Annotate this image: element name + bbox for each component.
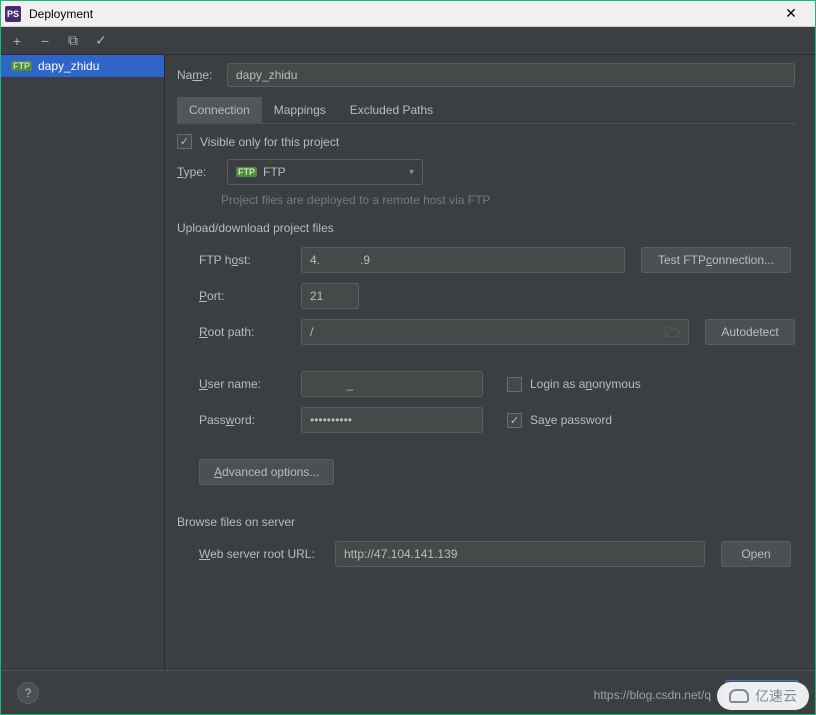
app-icon: PS	[5, 6, 21, 22]
toolbar: + − ⧉ ✓	[1, 27, 815, 55]
type-select[interactable]: FTP FTP	[227, 159, 423, 185]
anonymous-checkbox[interactable]	[507, 377, 522, 392]
cloud-icon	[729, 689, 749, 703]
tab-mappings[interactable]: Mappings	[262, 97, 338, 123]
sidebar-item-label: dapy_zhidu	[38, 59, 99, 73]
folder-icon[interactable]: 🗁	[665, 324, 681, 346]
name-label: Name:	[177, 68, 217, 82]
ftp-host-label: FTP host:	[199, 253, 301, 267]
tabs: Connection Mappings Excluded Paths	[177, 97, 795, 124]
tab-connection[interactable]: Connection	[177, 97, 262, 123]
apply-button[interactable]: ✓	[93, 33, 109, 49]
password-label: Password:	[199, 413, 301, 427]
close-icon[interactable]: ✕	[771, 5, 811, 22]
password-input[interactable]	[301, 407, 483, 433]
remove-button[interactable]: −	[37, 33, 53, 49]
upload-section-title: Upload/download project files	[177, 221, 795, 235]
sidebar: FTP dapy_zhidu	[1, 55, 165, 670]
help-button[interactable]: ?	[17, 682, 39, 704]
copy-button[interactable]: ⧉	[65, 33, 81, 49]
sidebar-item-server[interactable]: FTP dapy_zhidu	[1, 55, 164, 77]
ftp-icon: FTP	[11, 61, 32, 71]
visible-only-label: Visible only for this project	[200, 135, 339, 149]
watermark-brand: 亿速云	[717, 682, 809, 710]
watermark-url: https://blog.csdn.net/q	[594, 688, 711, 702]
root-path-input[interactable]	[301, 319, 689, 345]
visible-only-checkbox[interactable]: ✓	[177, 134, 192, 149]
open-button[interactable]: Open	[721, 541, 791, 567]
url-label: Web server root URL:	[199, 547, 335, 561]
ftp-icon: FTP	[236, 167, 257, 177]
advanced-options-button[interactable]: Advanced options...	[199, 459, 334, 485]
url-input[interactable]	[335, 541, 705, 567]
root-path-label: Root path:	[199, 325, 301, 339]
autodetect-button[interactable]: Autodetect	[705, 319, 795, 345]
name-input[interactable]	[227, 63, 795, 87]
save-password-checkbox[interactable]: ✓	[507, 413, 522, 428]
add-button[interactable]: +	[9, 33, 25, 49]
window-title: Deployment	[29, 7, 771, 21]
port-input[interactable]	[301, 283, 359, 309]
browse-section-title: Browse files on server	[177, 515, 795, 529]
port-label: Port:	[199, 289, 301, 303]
ftp-host-input[interactable]	[301, 247, 625, 273]
username-input[interactable]	[301, 371, 483, 397]
username-label: User name:	[199, 377, 301, 391]
type-value: FTP	[263, 165, 286, 179]
anonymous-label: Login as anonymous	[530, 377, 641, 391]
titlebar: PS Deployment ✕	[1, 1, 815, 27]
type-label: Type:	[177, 165, 217, 179]
type-hint: Project files are deployed to a remote h…	[221, 193, 795, 207]
tab-excluded-paths[interactable]: Excluded Paths	[338, 97, 445, 123]
main-panel: Name: Connection Mappings Excluded Paths…	[165, 55, 815, 670]
test-connection-button[interactable]: Test FTP connection...	[641, 247, 791, 273]
save-password-label: Save password	[530, 413, 612, 427]
